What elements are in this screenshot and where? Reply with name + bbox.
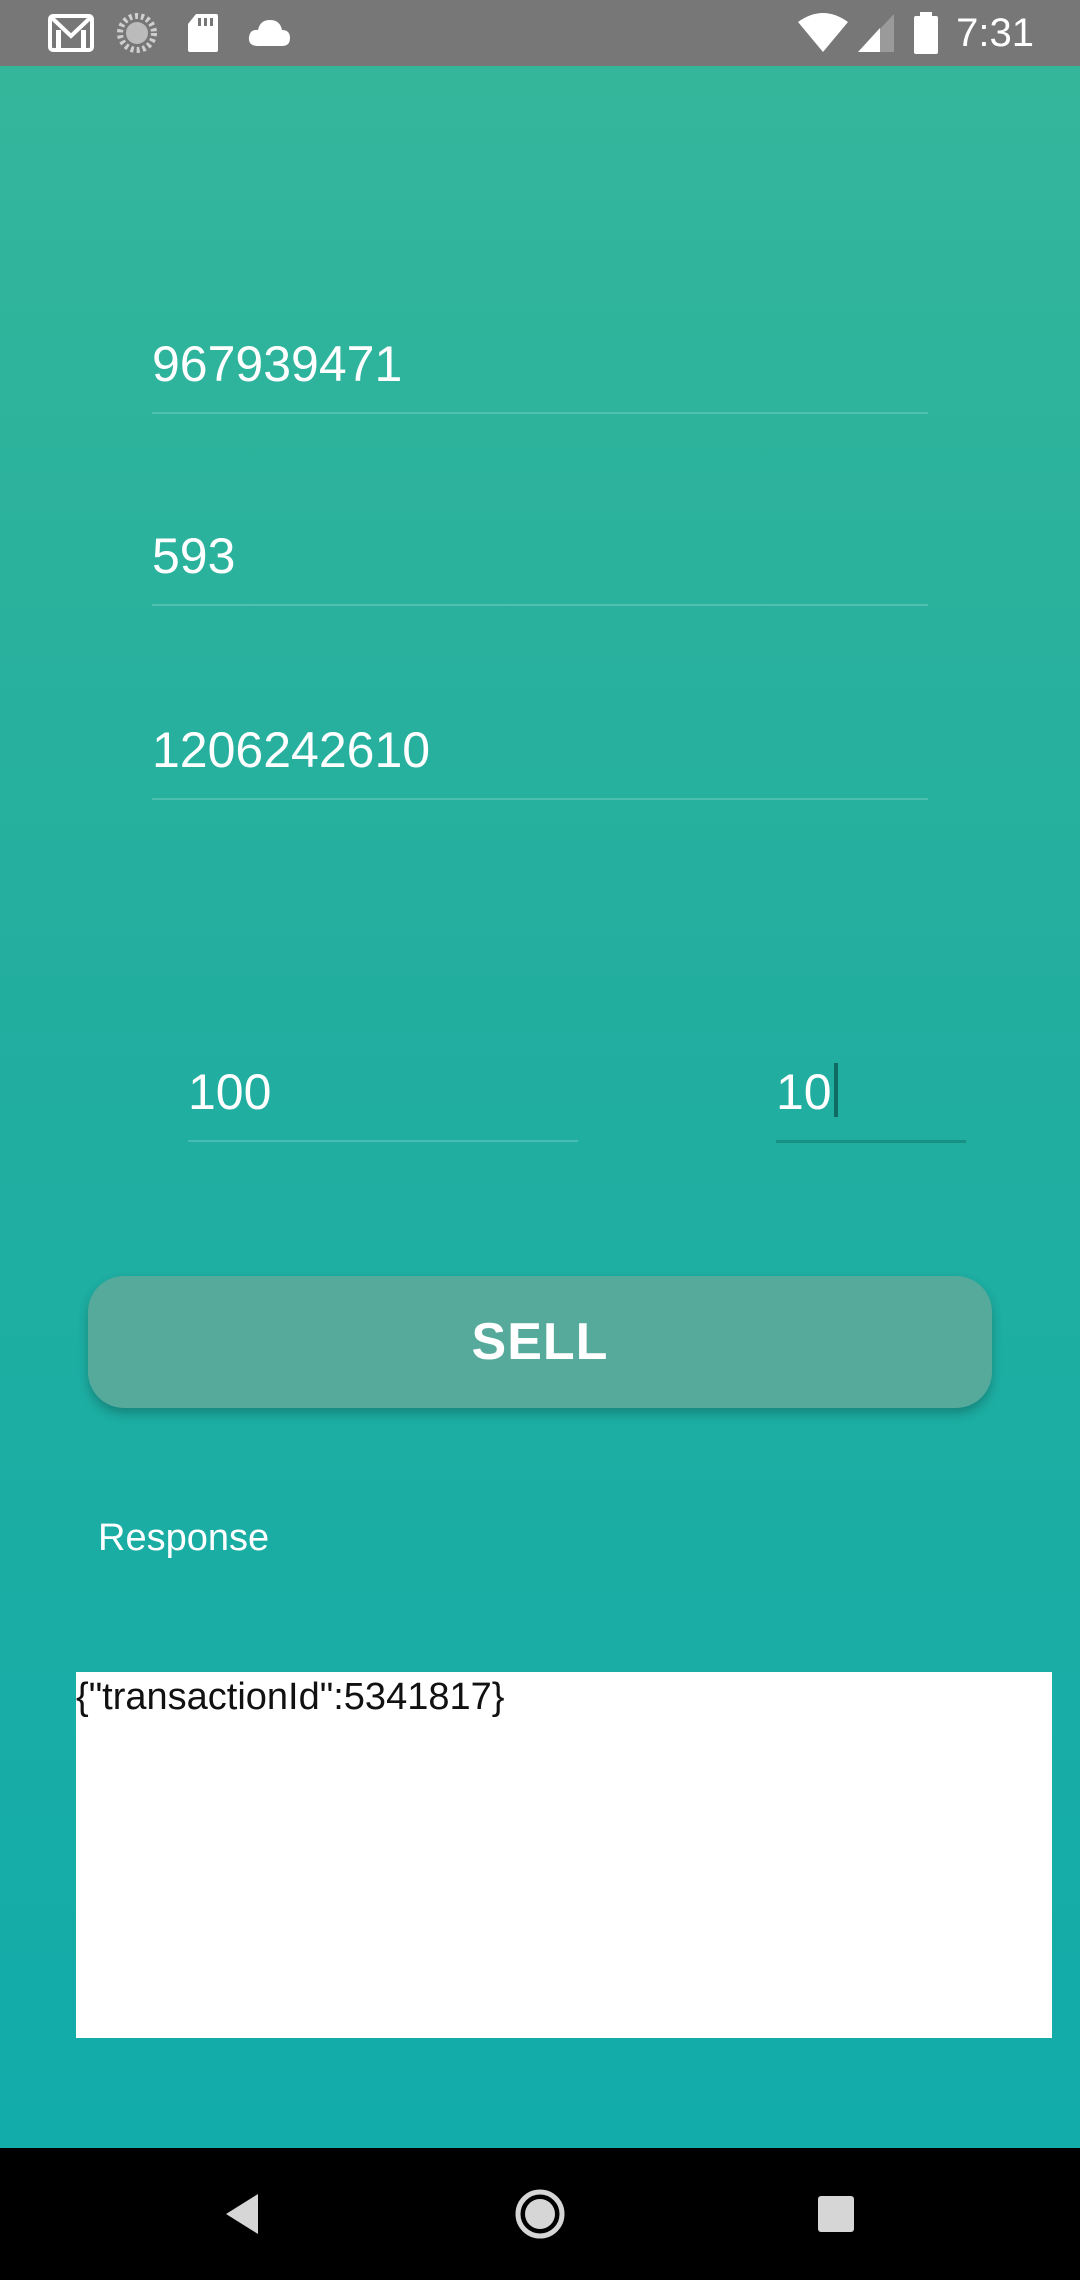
sell-button[interactable]: SELL <box>88 1276 992 1408</box>
text-cursor <box>833 1063 838 1117</box>
field-2-value: 593 <box>152 528 236 584</box>
response-output: {"transactionId":5341817} <box>76 1672 1052 2038</box>
screen: 7:31 967939471 593 1206242610 100 10 SEL… <box>0 0 1080 2280</box>
field-3-value: 1206242610 <box>152 722 431 778</box>
signal-icon <box>858 14 894 52</box>
quantity-input[interactable]: 10 <box>776 1062 966 1143</box>
field-2-input[interactable]: 593 <box>152 526 928 606</box>
wifi-icon <box>798 13 848 52</box>
navigation-bar <box>0 2148 1080 2280</box>
response-label: Response <box>98 1517 270 1559</box>
app-content: 967939471 593 1206242610 100 10 SELL Res… <box>0 66 1080 2148</box>
clock: 7:31 <box>956 11 1034 55</box>
sd-card-icon <box>188 14 218 52</box>
status-bar: 7:31 <box>0 0 1080 66</box>
amount-value: 100 <box>188 1064 272 1120</box>
cloud-icon <box>248 20 290 46</box>
response-body: {"transactionId":5341817} <box>76 1676 505 1718</box>
field-3-input[interactable]: 1206242610 <box>152 720 928 800</box>
gmail-icon <box>48 14 94 52</box>
sync-progress-icon <box>117 13 157 53</box>
recents-icon[interactable] <box>804 2182 868 2246</box>
quantity-value: 10 <box>776 1064 832 1120</box>
battery-icon <box>914 12 938 54</box>
back-icon[interactable] <box>212 2182 276 2246</box>
field-1-input[interactable]: 967939471 <box>152 334 928 414</box>
field-1-value: 967939471 <box>152 336 403 392</box>
home-icon[interactable] <box>508 2182 572 2246</box>
amount-input[interactable]: 100 <box>188 1062 578 1142</box>
